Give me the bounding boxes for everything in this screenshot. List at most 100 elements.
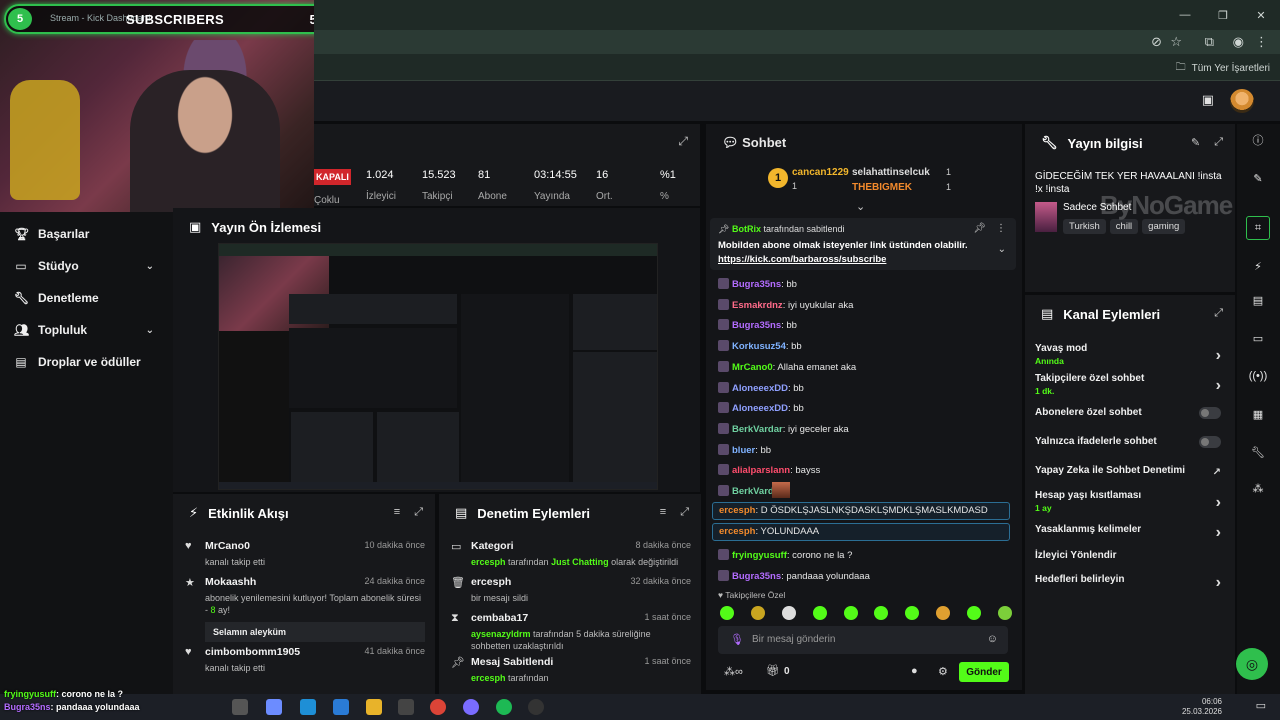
community-icon[interactable]: ⁂: [1246, 476, 1270, 500]
collapse-icon[interactable]: ⌄: [856, 200, 865, 213]
pen-icon[interactable]: ✎: [1246, 166, 1270, 190]
preview-video[interactable]: [218, 243, 658, 490]
sidebar-item-moderation[interactable]: 🔧︎ Denetleme: [14, 286, 164, 310]
channel-action-row[interactable]: İzleyici Yönlendir: [1035, 550, 1225, 561]
channel-action-row[interactable]: Yasaklanmış kelimeler ›: [1035, 524, 1225, 541]
copilot-icon[interactable]: [266, 699, 282, 715]
expand-icon[interactable]: ⤢: [414, 506, 423, 519]
document-icon[interactable]: ▤: [1246, 288, 1270, 312]
chat-username[interactable]: ercesph: [719, 505, 755, 516]
mic-icon[interactable]: 🎙︎: [730, 633, 744, 646]
unpin-icon[interactable]: 📌︎: [973, 223, 986, 234]
channel-action-row[interactable]: Yapay Zeka ile Sohbet Denetimi ↗: [1035, 465, 1225, 478]
app-icon[interactable]: [528, 699, 544, 715]
chat-username[interactable]: Bugra35ns: [732, 279, 781, 290]
frame-icon[interactable]: ⌗: [1246, 216, 1270, 240]
emote-icon[interactable]: [720, 606, 734, 620]
wrench-icon[interactable]: 🔧︎: [1246, 440, 1270, 464]
emote-icon[interactable]: [967, 606, 981, 620]
toggle-switch[interactable]: [1199, 436, 1221, 448]
emote-icon[interactable]: [843, 606, 858, 620]
gift-icon[interactable]: 🎁︎: [766, 664, 780, 677]
chat-username[interactable]: bluer: [732, 445, 755, 456]
task-view-icon[interactable]: [232, 699, 248, 715]
emote-icon[interactable]: [936, 606, 951, 620]
close-icon[interactable]: ✕: [1242, 0, 1280, 30]
chat-username[interactable]: AloneeexDD: [732, 383, 788, 394]
expand-icon[interactable]: ⤢: [678, 134, 688, 149]
broadcast-icon[interactable]: ((•)): [1246, 364, 1270, 388]
channel-action-row[interactable]: Yalnızca ifadelerle sohbet: [1035, 436, 1225, 448]
extensions-icon[interactable]: ⧉: [1205, 34, 1214, 50]
emote-icon[interactable]: [750, 606, 765, 620]
emoji-icon[interactable]: ☺: [987, 633, 998, 645]
minimize-icon[interactable]: —: [1166, 0, 1204, 30]
folder-icon[interactable]: [366, 699, 382, 715]
expand-icon[interactable]: ⤢: [1214, 136, 1223, 149]
chat-username[interactable]: fryingyusuff: [732, 550, 787, 561]
chat-bubble-icon[interactable]: ▭: [1246, 326, 1270, 350]
notification-icon[interactable]: ▭: [1256, 699, 1266, 712]
expand-icon[interactable]: ⤢: [1214, 307, 1223, 320]
people-icon[interactable]: ⁂∞: [724, 665, 743, 678]
sidebar-item-studio[interactable]: ▭ Stüdyo ⌄: [14, 254, 164, 278]
chevron-down-icon[interactable]: ⌄: [998, 244, 1006, 255]
filter-icon[interactable]: ≡: [394, 506, 400, 519]
chat-username[interactable]: ercesph: [719, 526, 755, 537]
bookmarks-folder[interactable]: 🗀 Tüm Yer İşaretleri: [1176, 60, 1270, 77]
chrome-icon[interactable]: [430, 699, 446, 715]
send-button[interactable]: Gönder: [959, 662, 1009, 682]
menu-icon[interactable]: ⋮: [1255, 34, 1268, 50]
channel-action-row[interactable]: Abonelere özel sohbet: [1035, 407, 1225, 419]
xbox-icon[interactable]: [398, 699, 414, 715]
sidebar-item-achievements[interactable]: 🏆︎ Başarılar: [14, 222, 164, 246]
channel-action-row[interactable]: Hedefleri belirleyin ›: [1035, 574, 1225, 591]
emote-icon[interactable]: [997, 606, 1012, 620]
profile-icon[interactable]: ◉: [1233, 34, 1244, 50]
emote-icon[interactable]: [874, 606, 889, 620]
more-options-icon[interactable]: ⋮: [996, 223, 1006, 234]
gifter-name[interactable]: THEBIGMEK: [852, 182, 912, 193]
camera-icon[interactable]: ▣: [1202, 92, 1214, 108]
chat-username[interactable]: BerkVardar: [732, 424, 783, 435]
chat-username[interactable]: Korkusuz54: [732, 341, 786, 352]
chat-username[interactable]: Esmakrdnz: [732, 300, 783, 311]
emote-icon[interactable]: [781, 606, 796, 620]
emote-icon[interactable]: [812, 606, 827, 620]
top-gifter-name[interactable]: cancan1229: [792, 167, 849, 178]
chat-bubble-icon[interactable]: ●: [911, 665, 918, 677]
chat-username[interactable]: AloneeexDD: [732, 403, 788, 414]
lightning-icon[interactable]: ⚡︎: [1246, 254, 1270, 278]
edge-icon[interactable]: [300, 699, 316, 715]
chat-input[interactable]: 🎙︎ Bir mesaj gönderin ☺: [718, 626, 1008, 654]
chat-username[interactable]: alialparslann: [732, 465, 790, 476]
emote-icon[interactable]: [905, 606, 920, 620]
help-button[interactable]: ◎: [1236, 648, 1268, 680]
info-icon[interactable]: ⓘ: [1246, 128, 1270, 152]
chat-username[interactable]: MrCano0: [732, 362, 773, 373]
channel-action-row[interactable]: Hesap yaşı kısıtlaması 1 ay ›: [1035, 490, 1225, 513]
toggle-switch[interactable]: [1199, 407, 1221, 419]
sidebar-item-drops[interactable]: ▤ Droplar ve ödüller: [14, 350, 164, 374]
stat-viewers: 1.024 İzleyici: [366, 169, 396, 202]
eye-off-icon[interactable]: ⊘: [1151, 34, 1162, 50]
avatar[interactable]: [1230, 89, 1254, 113]
expand-icon[interactable]: ⤢: [680, 506, 689, 519]
restore-icon[interactable]: ❐: [1204, 0, 1242, 30]
mail-icon[interactable]: [333, 699, 349, 715]
settings-icon[interactable]: ⚙: [938, 665, 948, 678]
channel-action-row[interactable]: Yavaş mod Anında ›: [1035, 343, 1225, 366]
obs-icon[interactable]: [463, 699, 479, 715]
filter-icon[interactable]: ≡: [660, 506, 666, 519]
chat-username[interactable]: Bugra35ns: [732, 320, 781, 331]
chat-username[interactable]: Bugra35ns: [732, 571, 781, 582]
channel-action-row[interactable]: Takipçilere özel sohbet 1 dk. ›: [1035, 373, 1225, 396]
spotify-icon[interactable]: [496, 699, 512, 715]
star-icon[interactable]: ☆: [1170, 34, 1182, 50]
list-icon[interactable]: ▦: [1246, 402, 1270, 426]
system-clock[interactable]: 06:06 25.03.2026: [1182, 697, 1222, 717]
sidebar-item-community[interactable]: 👥︎ Topluluk ⌄: [14, 318, 164, 342]
edit-icon[interactable]: ✎: [1191, 136, 1200, 149]
pinned-link[interactable]: https://kick.com/barbaross/subscribe: [718, 254, 886, 265]
gifter-name[interactable]: selahattinselcuk: [852, 167, 930, 178]
